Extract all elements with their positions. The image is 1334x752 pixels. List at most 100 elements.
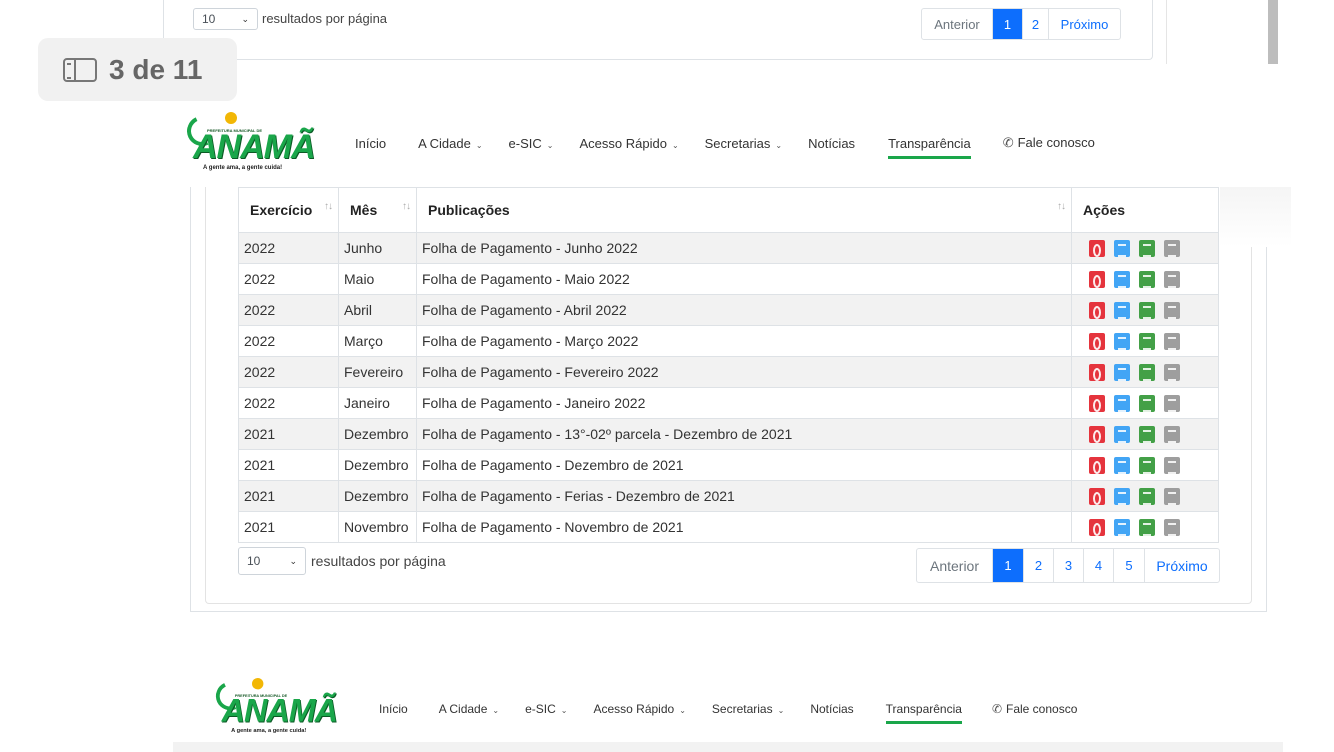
cell-acoes [1071, 480, 1219, 512]
pdf-icon[interactable] [1089, 518, 1105, 536]
pdf-icon[interactable] [1089, 239, 1105, 257]
cell-publicacao: Folha de Pagamento - Maio 2022 [416, 263, 1072, 295]
text-icon[interactable] [1164, 487, 1180, 505]
site-navbar-preview: PREFEITURA MUNICIPAL DE ANAMÃ A gente am… [211, 677, 1077, 740]
excel-icon[interactable] [1139, 456, 1155, 474]
pdf-icon[interactable] [1089, 394, 1105, 412]
word-icon[interactable] [1114, 518, 1130, 536]
nav-menu: Início A Cidade ⌄ e-SIC ⌄ Acesso Rápido ⌄ S… [355, 135, 1095, 159]
text-icon[interactable] [1164, 270, 1180, 288]
table-row: 2021 Dezembro Folha de Pagamento - Dezembr… [238, 449, 1219, 481]
page-5-button[interactable]: 5 [1113, 549, 1144, 582]
anama-logo[interactable]: PREFEITURA MUNICIPAL DE ANAMÃ A gente am… [211, 677, 349, 737]
word-icon[interactable] [1114, 425, 1130, 443]
table-row: 2022 Junho Folha de Pagamento - Junho 2022 [238, 232, 1219, 264]
word-icon[interactable] [1114, 332, 1130, 350]
nav-item-transparencia[interactable]: Transparência [885, 702, 963, 724]
excel-icon[interactable] [1139, 518, 1155, 536]
word-icon[interactable] [1114, 239, 1130, 257]
nav-item-fale-conosco[interactable]: ✆ Fale conosco [992, 702, 1077, 716]
page-1-button[interactable]: 1 [992, 549, 1023, 582]
slide-counter[interactable]: 3 de 11 [38, 38, 237, 101]
word-icon[interactable] [1114, 270, 1130, 288]
col-mes[interactable]: Mês ↑↓ [338, 187, 417, 233]
sort-icon: ↑↓ [324, 201, 333, 212]
prev-page-button[interactable]: Anterior [922, 9, 992, 39]
col-exercicio[interactable]: Exercício ↑↓ [238, 187, 339, 233]
sort-icon: ↑↓ [1057, 201, 1066, 212]
col-publicacoes[interactable]: Publicações ↑↓ [416, 187, 1072, 233]
per-page-select[interactable]: 10 ⌄ [238, 547, 306, 575]
word-icon[interactable] [1114, 487, 1130, 505]
page-3-button[interactable]: 3 [1053, 549, 1083, 582]
per-page-select-top[interactable]: 10 ⌄ [193, 8, 258, 30]
word-icon[interactable] [1114, 301, 1130, 319]
nav-item-inicio[interactable]: Início [355, 136, 386, 151]
nav-item-e-sic[interactable]: e-SIC ⌄ [525, 702, 567, 716]
phone-icon: ✆ [991, 702, 1002, 716]
excel-icon[interactable] [1139, 363, 1155, 381]
nav-item-a-cidade[interactable]: A Cidade ⌄ [418, 136, 482, 151]
word-icon[interactable] [1114, 363, 1130, 381]
site-navbar: PREFEITURA MUNICIPAL DE ANAMÃ A gente am… [182, 111, 1095, 174]
pdf-icon[interactable] [1089, 487, 1105, 505]
cell-acoes [1071, 356, 1219, 388]
excel-icon[interactable] [1139, 239, 1155, 257]
text-icon[interactable] [1164, 239, 1180, 257]
logo-sun [225, 112, 237, 124]
content-strip [173, 742, 1283, 752]
pdf-icon[interactable] [1089, 425, 1105, 443]
text-icon[interactable] [1164, 394, 1180, 412]
pdf-icon[interactable] [1089, 363, 1105, 381]
page-4-button[interactable]: 4 [1083, 549, 1113, 582]
word-icon[interactable] [1114, 456, 1130, 474]
prev-page-button[interactable]: Anterior [917, 549, 992, 582]
nav-item-acesso-rapido[interactable]: Acesso Rápido ⌄ [579, 136, 678, 151]
pdf-icon[interactable] [1089, 270, 1105, 288]
text-icon[interactable] [1164, 363, 1180, 381]
nav-item-inicio[interactable]: Início [379, 702, 408, 716]
text-icon[interactable] [1164, 332, 1180, 350]
excel-icon[interactable] [1139, 487, 1155, 505]
cell-mes: Dezembro [338, 449, 417, 481]
side-panel-icon [63, 57, 97, 82]
chevron-down-icon: ⌄ [560, 706, 568, 715]
pdf-icon[interactable] [1089, 301, 1105, 319]
logo-tagline: A gente ama, a gente cuida! [231, 728, 307, 735]
text-icon[interactable] [1164, 518, 1180, 536]
text-icon[interactable] [1164, 301, 1180, 319]
anama-logo[interactable]: PREFEITURA MUNICIPAL DE ANAMÃ A gente am… [182, 111, 327, 174]
excel-icon[interactable] [1139, 332, 1155, 350]
excel-icon[interactable] [1139, 270, 1155, 288]
nav-item-fale-conosco[interactable]: ✆ Fale conosco [1003, 135, 1095, 151]
cell-exercicio: 2021 [238, 449, 339, 481]
nav-item-noticias[interactable]: Notícias [808, 136, 855, 151]
nav-item-noticias[interactable]: Notícias [810, 702, 853, 716]
nav-item-secretarias[interactable]: Secretarias ⌄ [705, 136, 782, 151]
next-page-button[interactable]: Próximo [1144, 549, 1219, 582]
pdf-icon[interactable] [1089, 456, 1105, 474]
page-2-button[interactable]: 2 [1022, 9, 1048, 39]
word-icon[interactable] [1114, 394, 1130, 412]
text-icon[interactable] [1164, 456, 1180, 474]
divider [1166, 0, 1167, 64]
text-icon[interactable] [1164, 425, 1180, 443]
scrollbar-thumb[interactable] [1268, 0, 1278, 64]
next-page-button[interactable]: Próximo [1048, 9, 1120, 39]
excel-icon[interactable] [1139, 301, 1155, 319]
nav-item-acesso-rapido[interactable]: Acesso Rápido ⌄ [593, 702, 685, 716]
cell-mes: Maio [338, 263, 417, 295]
results-per-page-label: resultados por página [262, 11, 388, 26]
page-2-button[interactable]: 2 [1023, 549, 1053, 582]
pdf-icon[interactable] [1089, 332, 1105, 350]
excel-icon[interactable] [1139, 394, 1155, 412]
page-1-button[interactable]: 1 [992, 9, 1022, 39]
slide-counter-text: 3 de 11 [109, 53, 203, 85]
cell-acoes [1071, 325, 1219, 357]
excel-icon[interactable] [1139, 425, 1155, 443]
cell-acoes [1071, 511, 1219, 543]
nav-item-secretarias[interactable]: Secretarias ⌄ [712, 702, 784, 716]
nav-item-transparencia[interactable]: Transparência [888, 136, 971, 159]
nav-item-e-sic[interactable]: e-SIC ⌄ [509, 136, 554, 151]
nav-item-a-cidade[interactable]: A Cidade ⌄ [439, 702, 499, 716]
